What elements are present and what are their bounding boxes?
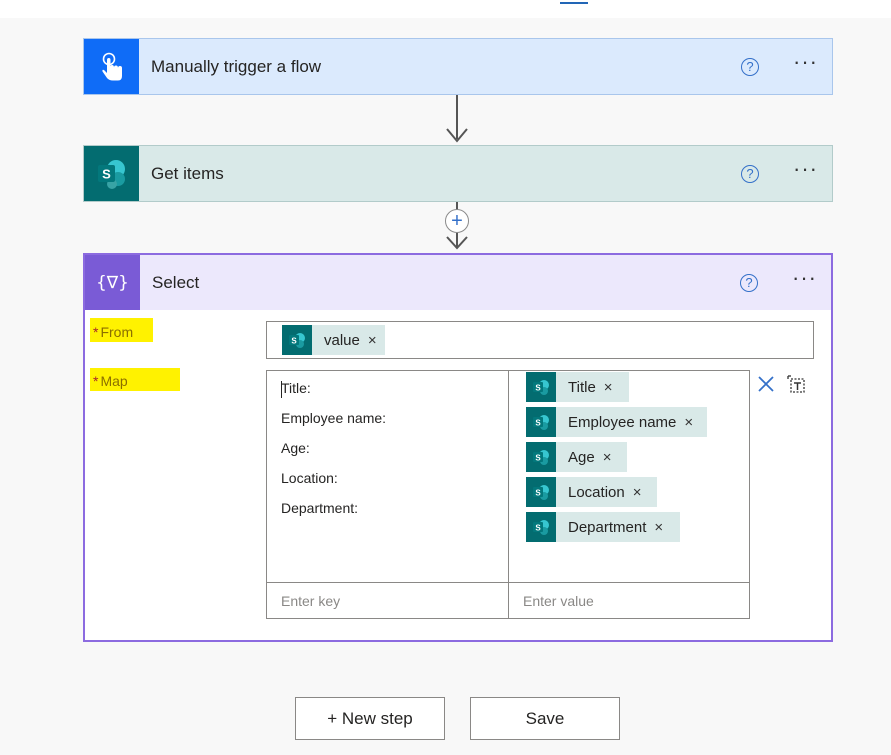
trigger-title: Manually trigger a flow (151, 56, 322, 76)
dynamic-content-token[interactable]: S Department × (526, 512, 680, 542)
map-key[interactable]: Title: (281, 380, 311, 396)
remove-token-icon[interactable]: × (603, 449, 612, 466)
trigger-card-header[interactable]: Manually trigger a flow ? ··· (84, 39, 832, 94)
sharepoint-icon: S (526, 477, 556, 507)
from-field[interactable]: S value × (266, 321, 814, 359)
sharepoint-icon: S (526, 442, 556, 472)
token-label: Department (568, 518, 647, 536)
remove-token-icon[interactable]: × (604, 379, 613, 396)
value-input-placeholder[interactable]: Enter value (523, 593, 594, 609)
map-key[interactable]: Location: (281, 470, 338, 486)
text-mode-icon[interactable] (787, 375, 807, 395)
help-icon[interactable]: ? (740, 273, 759, 292)
sharepoint-icon: S (526, 407, 556, 437)
remove-token-icon[interactable]: × (684, 414, 693, 431)
key-input-placeholder[interactable]: Enter key (281, 593, 340, 609)
map-key[interactable]: Employee name: (281, 410, 386, 426)
insert-step-button[interactable]: + (445, 209, 469, 233)
sharepoint-icon: S (526, 512, 556, 542)
select-card-header[interactable]: {∇} Select ? ··· (85, 255, 831, 310)
map-key[interactable]: Department: (281, 500, 358, 516)
row-divider (267, 582, 749, 583)
token-label: Age (568, 448, 595, 466)
token-label: Location (568, 483, 625, 501)
column-divider (508, 371, 509, 618)
map-label: * Map (90, 368, 180, 391)
from-label-text: From (100, 324, 134, 340)
touch-hand-icon (84, 39, 139, 94)
more-options-icon[interactable]: ··· (793, 157, 818, 184)
trigger-card[interactable]: Manually trigger a flow ? ··· (83, 38, 833, 95)
sharepoint-icon: S (84, 146, 139, 201)
map-table[interactable]: Title: Employee name: Age: Location: Dep… (266, 370, 750, 619)
svg-text:S: S (535, 384, 541, 393)
help-icon[interactable]: ? (741, 164, 760, 183)
dynamic-content-token[interactable]: S Location × (526, 477, 657, 507)
help-icon[interactable]: ? (741, 57, 760, 76)
dynamic-content-token[interactable]: S Title × (526, 372, 629, 402)
save-button[interactable]: Save (470, 697, 620, 740)
svg-text:S: S (535, 454, 541, 463)
top-fragment (560, 0, 588, 4)
svg-text:S: S (535, 489, 541, 498)
remove-token-icon[interactable]: × (633, 484, 642, 501)
required-mark: * (93, 324, 99, 340)
remove-token-icon[interactable]: × (654, 519, 663, 536)
dynamic-content-token[interactable]: S Employee name × (526, 407, 707, 437)
more-options-icon[interactable]: ··· (792, 266, 817, 293)
get-items-title: Get items (151, 163, 224, 183)
token-label: Title (568, 378, 596, 396)
map-key[interactable]: Age: (281, 440, 310, 456)
data-operation-glyph: {∇} (95, 272, 129, 293)
select-card[interactable]: {∇} Select ? ··· * From * Map S value × Ti… (83, 253, 833, 642)
get-items-card-header[interactable]: S Get items ? ··· (84, 146, 832, 201)
data-operation-icon: {∇} (85, 255, 140, 310)
token-label: value (324, 331, 360, 349)
map-label-text: Map (100, 373, 128, 389)
select-title: Select (152, 272, 200, 292)
svg-text:S: S (535, 419, 541, 428)
sharepoint-icon: S (526, 372, 556, 402)
arrow-down-icon (446, 236, 468, 250)
svg-text:S: S (535, 524, 541, 533)
token-label: Employee name (568, 413, 677, 431)
more-options-icon[interactable]: ··· (793, 50, 818, 77)
get-items-card[interactable]: S Get items ? ··· (83, 145, 833, 202)
close-icon[interactable] (757, 375, 775, 393)
remove-token-icon[interactable]: × (368, 332, 377, 349)
top-strip (0, 0, 891, 18)
svg-text:S: S (102, 166, 111, 181)
arrow-down-icon (446, 128, 468, 143)
new-step-button[interactable]: + New step (295, 697, 445, 740)
required-mark: * (93, 373, 99, 389)
sharepoint-icon: S (282, 325, 312, 355)
svg-text:S: S (291, 337, 297, 346)
dynamic-content-token[interactable]: S Age × (526, 442, 627, 472)
dynamic-content-token[interactable]: S value × (282, 325, 385, 355)
from-label: * From (90, 318, 153, 342)
